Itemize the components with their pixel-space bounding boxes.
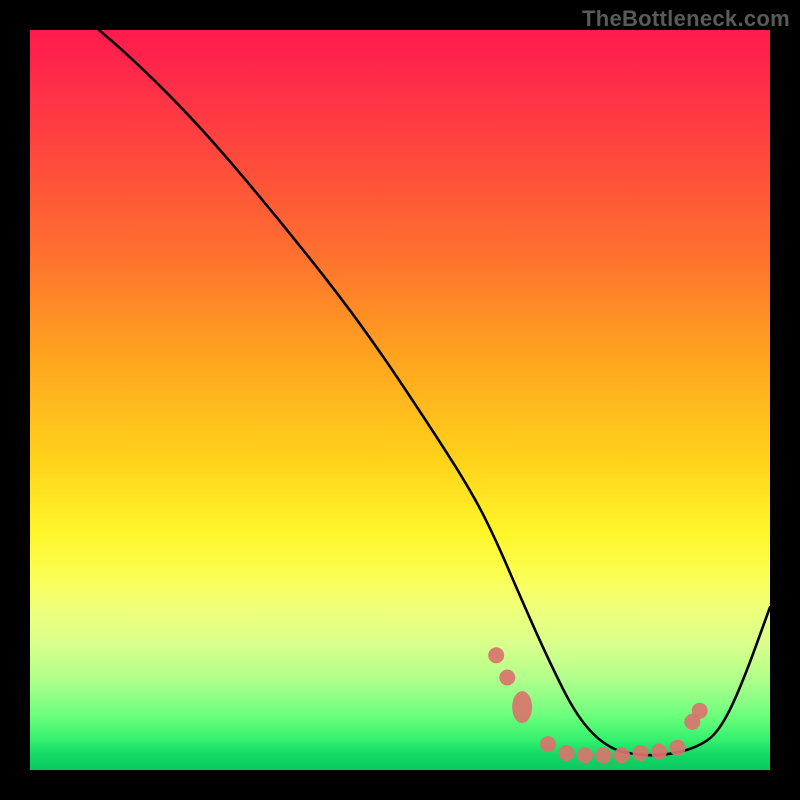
curve-marker: [540, 736, 556, 752]
curve-marker: [512, 691, 532, 723]
curve-marker: [596, 747, 612, 763]
bottleneck-curve-path: [30, 30, 770, 755]
curve-marker: [651, 744, 667, 760]
curve-marker: [692, 703, 708, 719]
curve-marker: [559, 745, 575, 761]
curve-markers: [488, 647, 708, 763]
curve-layer: [30, 30, 770, 770]
curve-marker: [670, 740, 686, 756]
chart-frame: TheBottleneck.com: [0, 0, 800, 800]
curve-marker: [577, 747, 593, 763]
plot-area: [30, 30, 770, 770]
curve-marker: [499, 670, 515, 686]
curve-marker: [488, 647, 504, 663]
watermark-text: TheBottleneck.com: [582, 6, 790, 32]
curve-marker: [633, 745, 649, 761]
curve-marker: [614, 747, 630, 763]
